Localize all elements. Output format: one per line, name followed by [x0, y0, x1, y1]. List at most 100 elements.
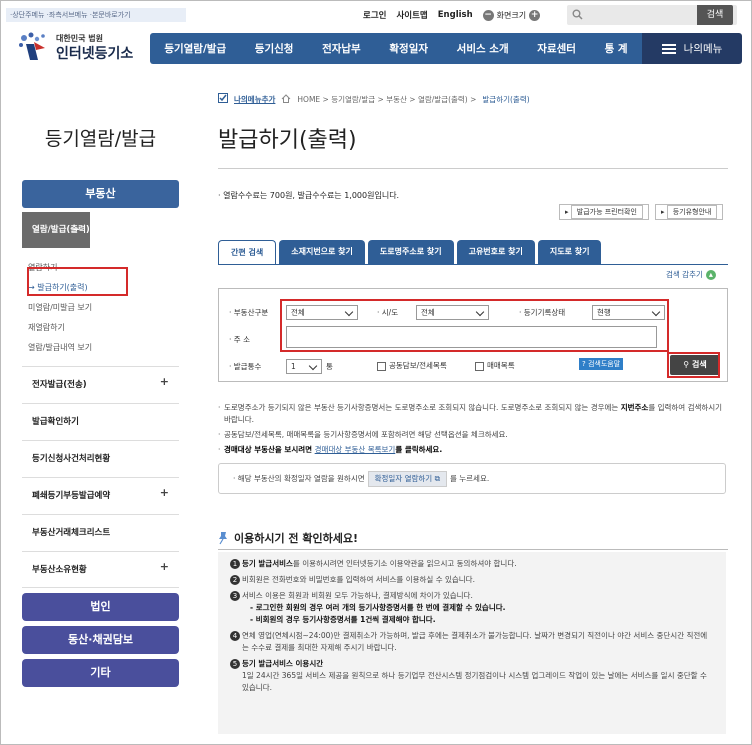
fixed-date-notice: · 해당 부동산의 확정일자 열람을 원하시면 확정일자 열람하기 ⧉ 를 누르세요…: [218, 463, 726, 494]
lnb-button-other[interactable]: 기타: [22, 659, 179, 687]
question-icon: ?: [582, 360, 586, 368]
check-number: 3: [230, 591, 240, 601]
count-unit: 통: [326, 362, 333, 371]
lnb-selected-label: 열람/발급(출력): [32, 225, 90, 235]
global-nav: 등기열람/발급 등기신청 전자납부 확정일자 서비스 소개 자료센터 통 계: [150, 33, 642, 64]
gnb-item-issue[interactable]: 등기열람/발급: [164, 41, 226, 56]
note-bold: 지번주소: [620, 403, 649, 412]
lnb-sub-review[interactable]: 재열람하기: [28, 318, 179, 338]
check-sub: - 로그인한 회원의 경우 여러 개의 등기사항증명서를 한 번에 결제할 수 …: [250, 603, 506, 612]
trade-checkbox-wrap[interactable]: 매매목록: [475, 360, 515, 371]
collateral-checkbox[interactable]: [377, 361, 386, 371]
gnb-item-fixed-date[interactable]: 확정일자: [389, 41, 428, 56]
sitemap-link[interactable]: 사이트맵: [396, 9, 427, 21]
check-icon: [218, 93, 228, 105]
tab-map[interactable]: 지도로 찾기: [537, 240, 602, 264]
collapse-icon: −: [72, 225, 80, 235]
note-item: 도로명주소가 등기되지 않은 부동산 등기사항증명서는 도로명주소로 조회되지 …: [218, 402, 728, 426]
check-text: 연체 영업(연체시점~24:00)만 결제취소가 가능하며, 발급 후에는 결제…: [242, 631, 708, 652]
type-label-text: 부동산구분: [233, 308, 269, 317]
auction-list-link[interactable]: 경매대상 부동산 목록보기: [315, 445, 396, 454]
fee-text: 열람수수료는 700원, 발급수수료는 1,000원입니다.: [223, 191, 400, 200]
lnb-button-corporation[interactable]: 법인: [22, 593, 179, 621]
notes: 도로명주소가 등기되지 않은 부동산 등기사항증명서는 도로명주소로 조회되지 …: [218, 402, 728, 459]
fixed-date-view-label: 확정일자 열람하기: [374, 474, 433, 483]
address-label-text: 주 소: [233, 335, 250, 344]
address-label: · 주 소: [229, 335, 250, 344]
lnb-sub-history[interactable]: 열람/발급내역 보기: [28, 338, 179, 358]
check-text: 를 이용하시려면 인터넷등기소 이용약관을 읽으시고 동의하셔야 합니다.: [292, 559, 517, 568]
check-text: 비회원은 전화번호와 비밀번호를 입력하여 서비스를 이용하실 수 있습니다.: [242, 575, 475, 584]
gnb-item-statistics[interactable]: 통 계: [605, 41, 628, 56]
note-bold: 경매대상 부동산을 보시려면: [224, 445, 315, 454]
check-item: 4 연체 영업(연체시점~24:00)만 결제취소가 가능하며, 발급 후에는 결…: [230, 630, 714, 654]
count-label: · 발급통수: [229, 362, 262, 371]
note-item: 경매대상 부동산을 보시려면 경매대상 부동산 목록보기를 클릭하세요.: [218, 444, 728, 456]
lnb-title: 등기열람/발급: [44, 128, 157, 150]
my-menu-button[interactable]: 나의메뉴: [642, 33, 742, 64]
check-number: 1: [230, 559, 240, 569]
lnb-item-status[interactable]: 등기신청사건처리현황: [22, 440, 179, 477]
lnb-button-movables[interactable]: 동산·채권담보: [22, 626, 179, 654]
collateral-checkbox-wrap[interactable]: 공동담보/전세목록: [377, 360, 447, 371]
collateral-label: 공동담보/전세목록: [389, 361, 447, 370]
tab-road-address[interactable]: 도로명주소로 찾기: [367, 240, 454, 264]
lnb-selected-group[interactable]: 열람/발급(출력) −: [22, 212, 90, 248]
tab-underline: [218, 264, 728, 265]
trade-label: 매매목록: [487, 361, 515, 370]
lnb-item-closed-reserve[interactable]: 폐쇄등기부등발급예약 +: [22, 477, 179, 514]
breadcrumb-current: 발급하기(출력): [482, 94, 530, 104]
printer-check-button[interactable]: ▸ 발급가능 프린터확인: [559, 204, 649, 220]
type-label: · 부동산구분: [229, 308, 269, 317]
zoom-out-button[interactable]: −: [482, 9, 494, 21]
trade-checkbox[interactable]: [475, 361, 484, 371]
court-logo-icon: [14, 30, 54, 62]
breadcrumb-path[interactable]: HOME > 등기열람/발급 > 부동산 > 열람/발급(출력) >: [297, 94, 476, 105]
zoom-label: 화면크기: [496, 10, 527, 20]
count-label-text: 발급통수: [233, 362, 262, 371]
external-link-icon: ⧉: [434, 474, 440, 483]
search-tabs: 간편 검색 소재지번으로 찾기 도로명주소로 찾기 고유번호로 찾기 지도로 찾…: [218, 240, 602, 264]
gnb-item-service[interactable]: 서비스 소개: [457, 41, 509, 56]
add-my-menu-link[interactable]: 나의메뉴추가: [234, 94, 275, 105]
logo[interactable]: 대한민국 법원 인터넷등기소: [14, 30, 144, 64]
check-number: 5: [230, 659, 240, 669]
lnb-item-checklist[interactable]: 부동산거래체크리스트: [22, 514, 179, 551]
gnb-item-resources[interactable]: 자료센터: [537, 41, 576, 56]
printer-check-label: 발급가능 프린터확인: [570, 205, 643, 219]
lnb-item-verify[interactable]: 발급확인하기: [22, 403, 179, 440]
search-input[interactable]: [567, 6, 697, 24]
lnb-category-realestate[interactable]: 부동산: [22, 180, 179, 208]
note-item: 공동담보/전세목록, 매매목록을 등기사항증명서에 포함하려면 해당 선택옵션을…: [218, 429, 728, 441]
zoom-in-button[interactable]: +: [529, 9, 541, 21]
gnb-item-apply[interactable]: 등기신청: [255, 41, 294, 56]
tab-unique-number[interactable]: 고유번호로 찾기: [456, 240, 535, 264]
small-buttons: ▸ 발급가능 프린터확인 ▸ 등기유형안내: [559, 204, 724, 220]
home-icon: [281, 93, 291, 105]
search-form: · 부동산구분 전체 · 시/도 전체 · 등기기록상태 현행 · 주 소 · …: [218, 288, 728, 382]
top-search: 검색: [567, 5, 737, 25]
count-select[interactable]: 1: [286, 359, 322, 374]
search-help-button[interactable]: ? 검색도움말: [579, 358, 624, 370]
lnb-item-ownership[interactable]: 부동산소유현황 +: [22, 551, 179, 588]
left-nav: 부동산 열람/발급(출력) − 열람하기 → 발급하기(출력) 미열람/미발급 …: [22, 180, 179, 687]
english-link[interactable]: English: [438, 10, 473, 20]
my-menu-label: 나의메뉴: [683, 43, 723, 55]
check-item: 2 비회원은 전화번호와 비밀번호를 입력하여 서비스를 이용하실 수 있습니다.: [230, 574, 714, 586]
tab-lot-number[interactable]: 소재지번으로 찾기: [279, 240, 365, 264]
search-icon: [572, 9, 583, 22]
lnb-sub-list: 열람하기 → 발급하기(출력) 미열람/미발급 보기 재열람하기 열람/발급내역…: [22, 248, 179, 366]
fixed-date-view-button[interactable]: 확정일자 열람하기 ⧉: [367, 471, 447, 487]
login-link[interactable]: 로그인: [363, 9, 386, 21]
lnb-sub-unviewed[interactable]: 미열람/미발급 보기: [28, 298, 179, 318]
lnb-item-e-issue[interactable]: 전자발급(전송) +: [22, 366, 179, 403]
skip-nav[interactable]: ·상단주메뉴 ·좌측서브메뉴 ·본문바로가기: [6, 8, 186, 22]
search-help-label: 검색도움말: [587, 360, 621, 368]
search-button[interactable]: 검색: [697, 5, 733, 25]
plus-icon: +: [159, 486, 169, 499]
gnb-item-payment[interactable]: 전자납부: [322, 41, 361, 56]
registry-type-button[interactable]: ▸ 등기유형안내: [654, 204, 724, 220]
highlight-search-button: [667, 352, 720, 378]
hide-search-link[interactable]: 검색 감추기 ▴: [666, 269, 716, 280]
tab-simple-search[interactable]: 간편 검색: [218, 240, 277, 264]
